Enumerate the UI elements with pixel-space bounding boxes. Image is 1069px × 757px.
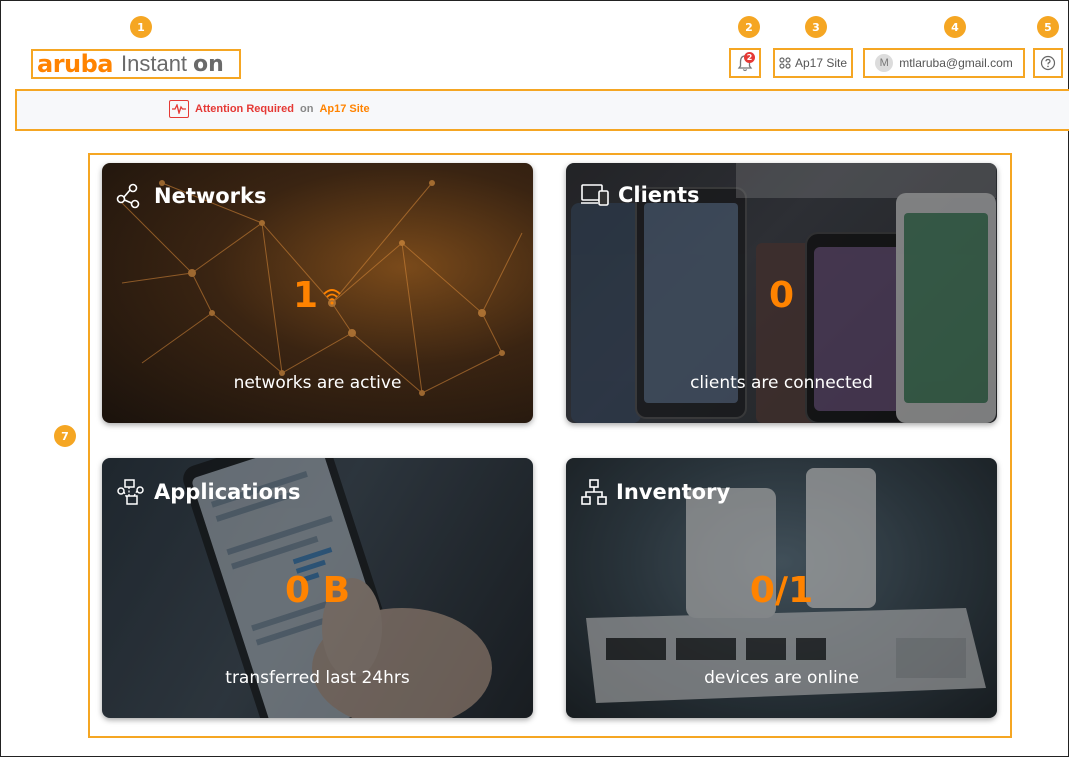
banner-on-label: on xyxy=(300,103,314,115)
clients-caption: clients are connected xyxy=(690,373,873,393)
user-account-menu[interactable]: M mtlaruba@gmail.com xyxy=(863,48,1025,78)
devices-icon xyxy=(581,184,609,206)
callout-badge-3: 3 xyxy=(805,16,827,38)
aruba-instant-on-logo[interactable]: aruba Instant on xyxy=(31,49,241,79)
clients-value: 0 xyxy=(768,275,795,316)
callout-badge-5: 5 xyxy=(1037,16,1059,38)
notification-count-badge: 2 xyxy=(744,52,755,63)
applications-tile[interactable]: Applications 0 B transferred last 24hrs xyxy=(102,458,533,718)
inventory-value: 0/1 xyxy=(749,570,814,611)
clients-tile[interactable]: Clients 0 clients are connected xyxy=(566,163,997,423)
networks-value: 1 xyxy=(102,275,533,316)
user-email-label: mtlaruba@gmail.com xyxy=(899,56,1013,70)
logo-on-text: on xyxy=(193,51,224,77)
applications-title-label: Applications xyxy=(154,480,301,504)
site-name-label: Ap17 Site xyxy=(794,56,848,70)
site-selector[interactable]: Ap17 Site xyxy=(773,48,853,78)
avatar: M xyxy=(875,54,894,72)
wifi-icon xyxy=(323,288,341,304)
applications-value: 0 B xyxy=(284,570,351,611)
callout-badge-4: 4 xyxy=(944,16,966,38)
clients-title-label: Clients xyxy=(618,183,700,207)
callout-badge-7: 7 xyxy=(54,425,76,447)
network-nodes-icon xyxy=(116,183,140,209)
inventory-title: Inventory xyxy=(580,478,730,506)
inventory-tile[interactable]: Inventory 0/1 devices are online xyxy=(566,458,997,718)
networks-title: Networks xyxy=(116,183,267,209)
networks-title-label: Networks xyxy=(154,184,267,208)
banner-site-link[interactable]: Ap17 Site xyxy=(319,103,369,115)
help-button[interactable] xyxy=(1033,48,1063,78)
inventory-title-label: Inventory xyxy=(616,480,731,504)
notifications-button[interactable]: 2 xyxy=(729,48,761,78)
networks-caption: networks are active xyxy=(233,373,402,393)
logo-brand-text: aruba xyxy=(37,50,114,78)
pulse-icon xyxy=(169,100,189,118)
callout-badge-2: 2 xyxy=(738,16,760,38)
attention-required-label: Attention Required xyxy=(195,103,294,115)
applications-caption: transferred last 24hrs xyxy=(225,668,410,688)
clients-title: Clients xyxy=(580,183,700,207)
applications-title: Applications xyxy=(116,478,300,506)
attention-banner[interactable]: Attention Required on Ap17 Site xyxy=(15,89,1069,131)
grid-icon xyxy=(779,57,791,69)
networks-count: 1 xyxy=(292,275,319,316)
callout-badge-1: 1 xyxy=(130,16,152,38)
inventory-tree-icon xyxy=(581,479,607,505)
page-frame: 1 2 3 4 5 6 7 aruba Instant on 2 Ap17 Si… xyxy=(0,0,1069,757)
attention-message[interactable]: Attention Required on Ap17 Site xyxy=(169,100,370,118)
help-icon xyxy=(1040,55,1056,71)
inventory-caption: devices are online xyxy=(704,668,859,688)
applications-icon xyxy=(117,479,144,505)
logo-product-text: Instant xyxy=(121,51,188,76)
networks-tile[interactable]: Networks 1 networks are active xyxy=(102,163,533,423)
